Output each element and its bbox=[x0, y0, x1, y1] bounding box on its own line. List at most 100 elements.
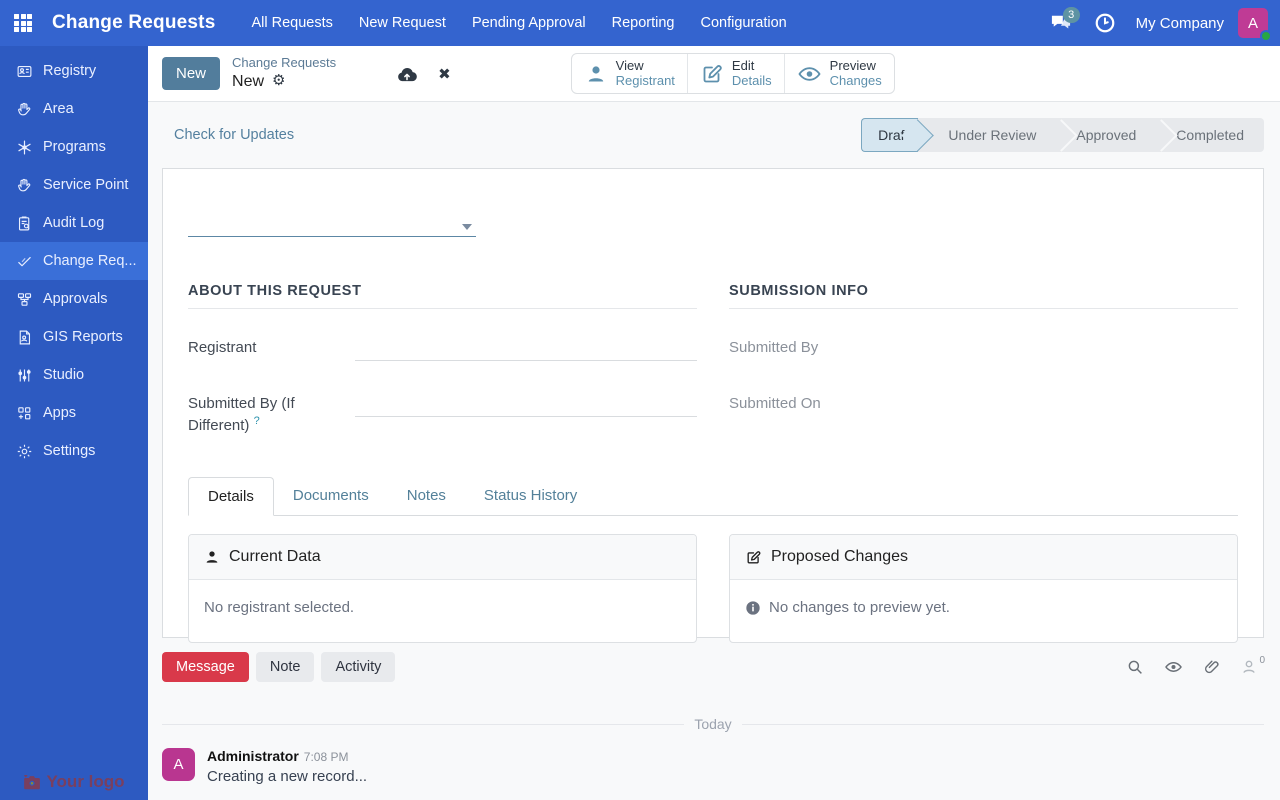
card-title: Proposed Changes bbox=[771, 548, 908, 566]
eye-icon bbox=[797, 62, 822, 86]
sidebar-item-apps[interactable]: Apps bbox=[0, 394, 148, 432]
menu-new-request[interactable]: New Request bbox=[349, 9, 456, 37]
activity-clock-icon[interactable] bbox=[1088, 6, 1122, 40]
user-avatar[interactable]: A bbox=[1238, 8, 1268, 38]
menu-reporting[interactable]: Reporting bbox=[602, 9, 685, 37]
sidebar-item-label: Area bbox=[43, 101, 74, 117]
schedule-activity-button[interactable]: Activity bbox=[321, 652, 395, 682]
hand-icon bbox=[16, 177, 33, 194]
status-step-under-review[interactable]: Under Review bbox=[918, 118, 1056, 152]
help-tooltip-icon: ? bbox=[254, 415, 260, 427]
submitted-by-if-different-label: Submitted By (If Different) ? bbox=[188, 391, 355, 436]
attachment-paperclip-icon[interactable] bbox=[1203, 658, 1221, 676]
chatter: Message Note Activity 0 Today bbox=[148, 638, 1280, 785]
button-line2: Changes bbox=[830, 74, 882, 89]
menu-pending-approval[interactable]: Pending Approval bbox=[462, 9, 596, 37]
message-author: Administrator bbox=[207, 748, 299, 764]
notebook-tabs: Details Documents Notes Status History bbox=[188, 476, 1238, 516]
sidebar-item-registry[interactable]: Registry bbox=[0, 52, 148, 90]
record-name-dropdown[interactable] bbox=[188, 209, 476, 237]
apps-grid-icon[interactable] bbox=[0, 0, 46, 46]
sidebar-item-change-requests[interactable]: Change Req... bbox=[0, 242, 148, 280]
menu-all-requests[interactable]: All Requests bbox=[241, 9, 342, 37]
sidebar-item-area[interactable]: Area bbox=[0, 90, 148, 128]
view-registrant-button[interactable]: ViewRegistrant bbox=[572, 54, 687, 94]
submitted-by-if-different-field[interactable] bbox=[355, 391, 697, 417]
tab-documents[interactable]: Documents bbox=[274, 477, 388, 516]
followers-icon[interactable]: 0 bbox=[1240, 658, 1264, 676]
topbar: Change Requests All Requests New Request… bbox=[0, 0, 1280, 46]
edit-details-button[interactable]: EditDetails bbox=[687, 54, 784, 94]
registrant-field[interactable] bbox=[355, 335, 697, 361]
messages-icon[interactable]: 3 bbox=[1044, 6, 1078, 40]
sidebar-item-programs[interactable]: Programs bbox=[0, 128, 148, 166]
sidebar-item-label: GIS Reports bbox=[43, 329, 123, 345]
record-actions-gear-icon[interactable]: ⚙ bbox=[272, 72, 285, 91]
sidebar-item-label: Programs bbox=[43, 139, 106, 155]
user-icon bbox=[584, 62, 608, 86]
asterisk-icon bbox=[16, 139, 33, 156]
sidebar-item-studio[interactable]: Studio bbox=[0, 356, 148, 394]
chevron-down-icon[interactable] bbox=[462, 224, 472, 230]
sidebar-item-gis-reports[interactable]: GIS Reports bbox=[0, 318, 148, 356]
message-body: Creating a new record... bbox=[207, 768, 367, 785]
button-line2: Registrant bbox=[616, 74, 675, 89]
avatar-letter: A bbox=[173, 756, 183, 773]
sidebar-item-approvals[interactable]: Approvals bbox=[0, 280, 148, 318]
sidebar-item-label: Service Point bbox=[43, 177, 128, 193]
sidebar-item-settings[interactable]: Settings bbox=[0, 432, 148, 470]
status-step-approved[interactable]: Approved bbox=[1056, 118, 1156, 152]
info-icon bbox=[745, 600, 761, 616]
sidebar-item-audit-log[interactable]: Audit Log bbox=[0, 204, 148, 242]
sidebar-item-label: Settings bbox=[43, 443, 95, 459]
form-sheet: ABOUT THIS REQUEST Registrant Submitted … bbox=[162, 168, 1264, 638]
card-body-text: No changes to preview yet. bbox=[769, 599, 950, 616]
button-line1: Preview bbox=[830, 59, 882, 74]
online-status-dot bbox=[1260, 30, 1272, 42]
label-text: Submitted By (If Different) bbox=[188, 395, 295, 434]
avatar-letter: A bbox=[1248, 15, 1258, 32]
tab-notes[interactable]: Notes bbox=[388, 477, 465, 516]
button-line1: View bbox=[616, 59, 675, 74]
sidebar-item-label: Approvals bbox=[43, 291, 107, 307]
current-data-card: Current Data No registrant selected. bbox=[188, 534, 697, 643]
status-row: Check for Updates Draft Under Review App… bbox=[148, 102, 1280, 152]
sidebar-item-label: Studio bbox=[43, 367, 84, 383]
sidebar-item-label: Change Req... bbox=[43, 253, 137, 269]
smart-buttons: ViewRegistrant EditDetails PreviewChange… bbox=[571, 53, 895, 95]
tab-details[interactable]: Details bbox=[188, 477, 274, 516]
apps-icon bbox=[16, 405, 33, 422]
check-for-updates-link[interactable]: Check for Updates bbox=[174, 127, 294, 143]
status-step-draft[interactable]: Draft bbox=[861, 118, 918, 152]
tab-status-history[interactable]: Status History bbox=[465, 477, 596, 516]
breadcrumb-current: New bbox=[232, 72, 264, 92]
send-message-button[interactable]: Message bbox=[162, 652, 249, 682]
author-avatar: A bbox=[162, 748, 195, 781]
status-step-completed[interactable]: Completed bbox=[1156, 118, 1264, 152]
save-cloud-icon[interactable] bbox=[396, 65, 418, 82]
preview-changes-button[interactable]: PreviewChanges bbox=[784, 54, 894, 94]
discard-icon[interactable]: ✖ bbox=[438, 65, 451, 83]
watch-record-eye-icon[interactable] bbox=[1163, 658, 1184, 676]
camera-icon bbox=[23, 775, 41, 790]
logo-text: Your logo bbox=[46, 772, 124, 792]
date-divider: Today bbox=[162, 716, 1264, 732]
card-title: Current Data bbox=[229, 548, 321, 566]
sidebar-logo: Your logo bbox=[0, 772, 148, 792]
menu-configuration[interactable]: Configuration bbox=[690, 9, 796, 37]
sidebar-item-service-point[interactable]: Service Point bbox=[0, 166, 148, 204]
search-messages-icon[interactable] bbox=[1126, 658, 1144, 676]
hand-icon bbox=[16, 101, 33, 118]
log-note-button[interactable]: Note bbox=[256, 652, 315, 682]
date-divider-label: Today bbox=[684, 716, 741, 732]
audit-icon bbox=[16, 215, 33, 232]
edit-icon bbox=[700, 62, 724, 86]
breadcrumb-parent-link[interactable]: Change Requests bbox=[232, 55, 336, 71]
gear-icon bbox=[16, 443, 33, 460]
button-line1: Edit bbox=[732, 59, 772, 74]
chatter-message: A Administrator7:08 PM Creating a new re… bbox=[162, 748, 1264, 785]
new-button[interactable]: New bbox=[162, 57, 220, 90]
card-body-text: No registrant selected. bbox=[204, 599, 354, 616]
company-switcher[interactable]: My Company bbox=[1136, 15, 1224, 32]
section-submission-info: SUBMISSION INFO bbox=[729, 283, 1238, 309]
